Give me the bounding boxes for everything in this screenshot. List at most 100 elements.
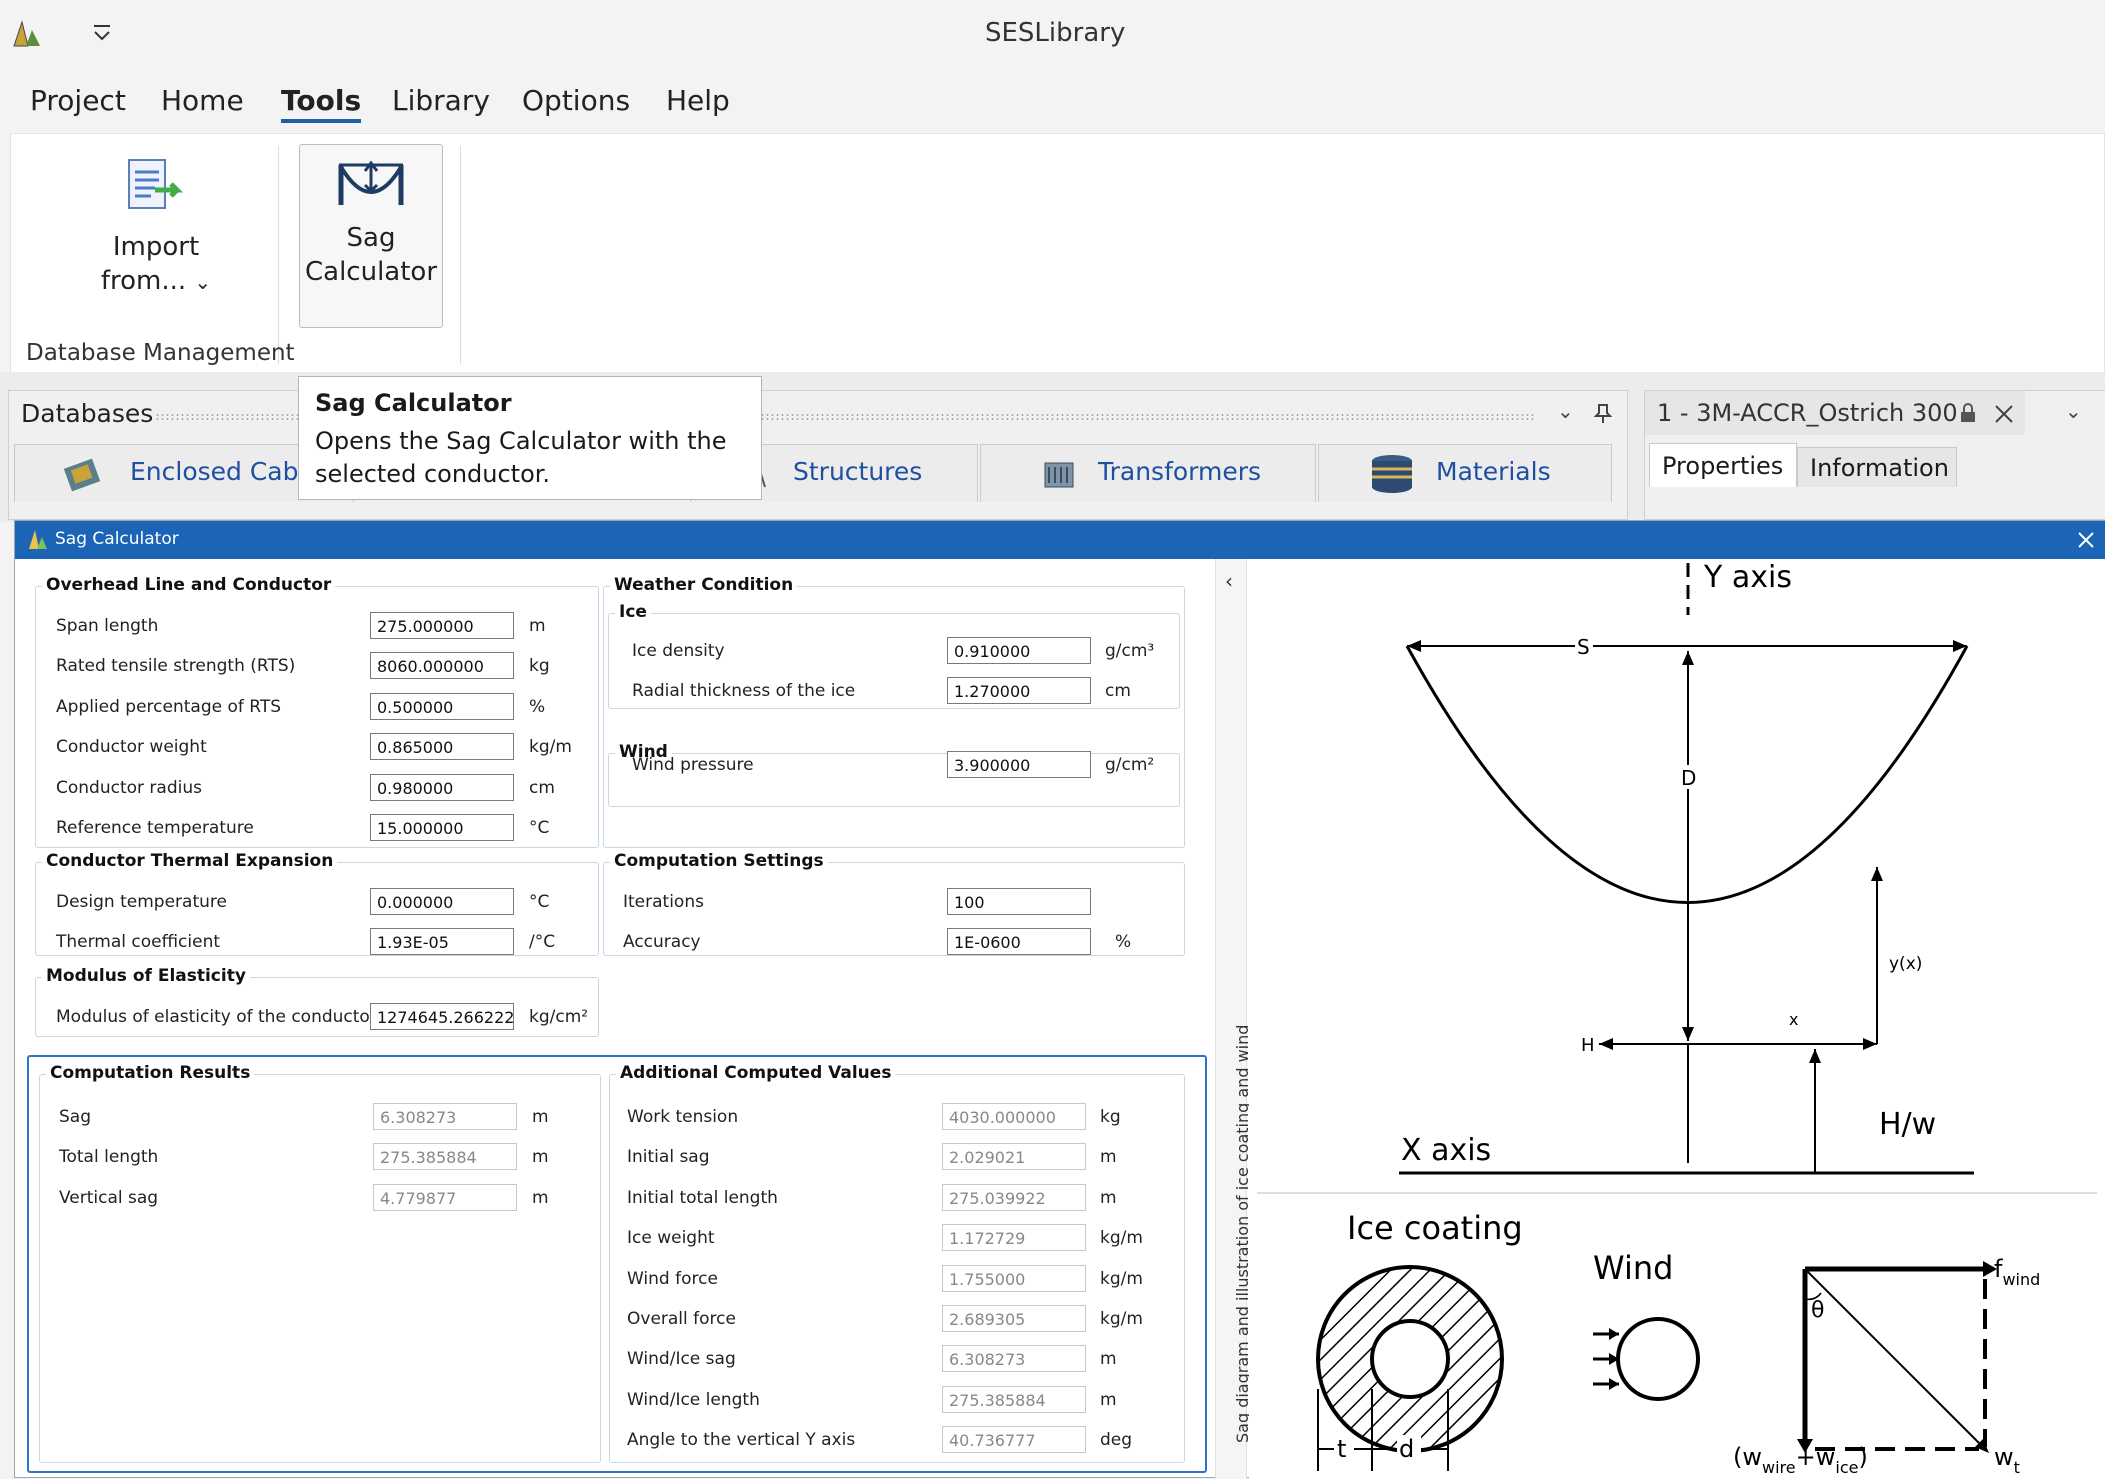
field-label: Wind/Ice sag xyxy=(627,1349,736,1370)
w-total-label: wt xyxy=(1994,1443,2020,1477)
tooltip-line2: selected conductor. xyxy=(315,460,551,488)
readonly-value-field: 275.039922 xyxy=(942,1183,1086,1211)
import-label-line1: Import xyxy=(112,232,200,262)
menu-options[interactable]: Options xyxy=(522,84,630,117)
input-field[interactable]: 100 xyxy=(947,888,1091,915)
chevron-down-icon[interactable]: ⌄ xyxy=(2065,399,2082,423)
ribbon-separator xyxy=(460,146,461,364)
close-icon[interactable] xyxy=(2077,531,2095,549)
readonly-value-field: 275.385884 xyxy=(373,1143,517,1171)
conductor-circle xyxy=(1370,1319,1450,1399)
lock-icon xyxy=(1961,403,1975,422)
menu-help[interactable]: Help xyxy=(666,84,730,117)
unit-label: m xyxy=(1100,1389,1117,1410)
field-label: Accuracy xyxy=(623,932,701,952)
field-label: Iterations xyxy=(623,892,704,912)
resultant-vector xyxy=(1804,1268,1986,1450)
field-label: Sag xyxy=(59,1107,91,1127)
tab-label: Properties xyxy=(1662,452,1784,480)
tab-properties[interactable]: Properties xyxy=(1649,443,1797,487)
field-label: Wind force xyxy=(627,1268,718,1289)
readonly-value-field: 2.029021 xyxy=(942,1143,1086,1171)
unit-label: m xyxy=(532,1187,549,1208)
unit-label: cm xyxy=(1105,681,1131,701)
sag-d-label: D xyxy=(1681,766,1696,790)
ribbon-separator xyxy=(278,146,279,364)
unit-label: kg/cm² xyxy=(529,1007,589,1027)
group-title: Conductor Thermal Expansion xyxy=(42,851,338,871)
input-field[interactable]: 0.000000 xyxy=(370,888,514,915)
unit-label: % xyxy=(529,696,546,717)
tab-label: Materials xyxy=(1436,457,1551,486)
input-field[interactable]: 1.270000 xyxy=(947,677,1091,704)
input-field[interactable]: 8060.000000 xyxy=(370,652,514,680)
chevron-down-icon[interactable]: ⌄ xyxy=(1557,399,1574,423)
field-label: Ice weight xyxy=(627,1228,715,1249)
tooltip: Sag Calculator Opens the Sag Calculator … xyxy=(298,376,762,500)
input-field[interactable]: 3.900000 xyxy=(947,751,1091,778)
field-label: Vertical sag xyxy=(59,1187,159,1208)
unit-label: kg/m xyxy=(529,737,572,758)
field-label: Thermal coefficient xyxy=(56,932,221,952)
tab-materials[interactable]: Materials xyxy=(1318,444,1612,502)
input-field[interactable]: 15.000000 xyxy=(370,814,514,841)
input-field[interactable]: 0.865000 xyxy=(370,733,514,761)
readonly-value-field: 6.308273 xyxy=(942,1345,1086,1373)
pin-icon[interactable] xyxy=(1594,403,1612,425)
menu-library[interactable]: Library xyxy=(392,84,490,117)
unit-label: m xyxy=(532,1107,549,1127)
import-document-icon xyxy=(128,159,184,209)
tooltip-title: Sag Calculator xyxy=(315,389,512,417)
wind-conductor-circle xyxy=(1616,1317,1700,1401)
group-title: Overhead Line and Conductor xyxy=(42,575,336,595)
chevron-left-icon[interactable]: ‹ xyxy=(1225,569,1233,593)
menu-home[interactable]: Home xyxy=(161,84,244,117)
input-field[interactable]: 0.980000 xyxy=(370,773,514,801)
import-from-button[interactable]: Import from... ⌄ xyxy=(81,156,231,356)
close-icon[interactable] xyxy=(1993,403,2015,425)
h-label: H xyxy=(1581,1035,1595,1056)
theta-label: θ xyxy=(1811,1298,1824,1323)
quick-access-dropdown-icon[interactable] xyxy=(90,22,114,46)
field-label: Reference temperature xyxy=(56,818,254,838)
field-label: Overall force xyxy=(627,1309,736,1329)
sag-calculator-button[interactable]: Sag Calculator xyxy=(299,144,443,328)
input-field[interactable]: 0.500000 xyxy=(370,692,514,720)
readonly-value-field: 4030.000000 xyxy=(942,1103,1086,1130)
computation-results-group: Computation Results xyxy=(39,1063,601,1463)
unit-label: cm xyxy=(529,777,555,798)
input-field[interactable]: 1E-0600 xyxy=(947,928,1091,955)
field-label: Conductor weight xyxy=(56,737,207,758)
ribbon-group-label: Database Management xyxy=(26,340,295,366)
document-tab[interactable]: 1 - 3M-ACCR_Ostrich 300 xyxy=(1645,391,2025,435)
tab-label: Enclosed Cable xyxy=(130,457,321,486)
app-logo-icon[interactable] xyxy=(8,18,44,48)
field-label: Applied percentage of RTS xyxy=(56,696,282,717)
dialog-title: Sag Calculator xyxy=(55,529,179,549)
readonly-value-field: 275.385884 xyxy=(942,1385,1086,1413)
tab-information[interactable]: Information xyxy=(1797,447,1957,487)
diameter-d-label: d xyxy=(1399,1435,1414,1463)
field-label: Wind/Ice length xyxy=(627,1389,760,1410)
menu-project[interactable]: Project xyxy=(30,84,126,117)
input-field[interactable]: 1.93E-05 xyxy=(370,928,514,955)
import-label-line2: from... ⌄ xyxy=(81,264,231,299)
hw-label: H/w xyxy=(1879,1107,1936,1142)
input-field[interactable]: 0.910000 xyxy=(947,637,1091,664)
readonly-value-field: 1.172729 xyxy=(942,1224,1086,1252)
sag-calculator-dialog: Sag Calculator Overhead Line and Conduct… xyxy=(14,520,2105,1479)
tab-transformers[interactable]: Transformers xyxy=(980,444,1316,502)
menu-tools[interactable]: Tools xyxy=(281,84,362,123)
yx-label: y(x) xyxy=(1889,954,1922,974)
input-field[interactable]: 1274645.266222 xyxy=(370,1003,514,1030)
sag-label-line2: Calculator xyxy=(304,257,438,287)
unit-label: deg xyxy=(1100,1430,1133,1451)
unit-label: m xyxy=(529,616,546,636)
tab-label: Structures xyxy=(793,457,923,486)
unit-label: % xyxy=(1115,932,1132,952)
materials-icon xyxy=(1372,455,1412,493)
input-field[interactable]: 275.000000 xyxy=(370,612,514,639)
ribbon: Import from... ⌄ Sag Calculator Database… xyxy=(10,133,2105,373)
document-panel: 1 - 3M-ACCR_Ostrich 300 ⌄ Properties Inf… xyxy=(1644,390,2105,520)
wind-label: Wind xyxy=(1593,1249,1673,1287)
